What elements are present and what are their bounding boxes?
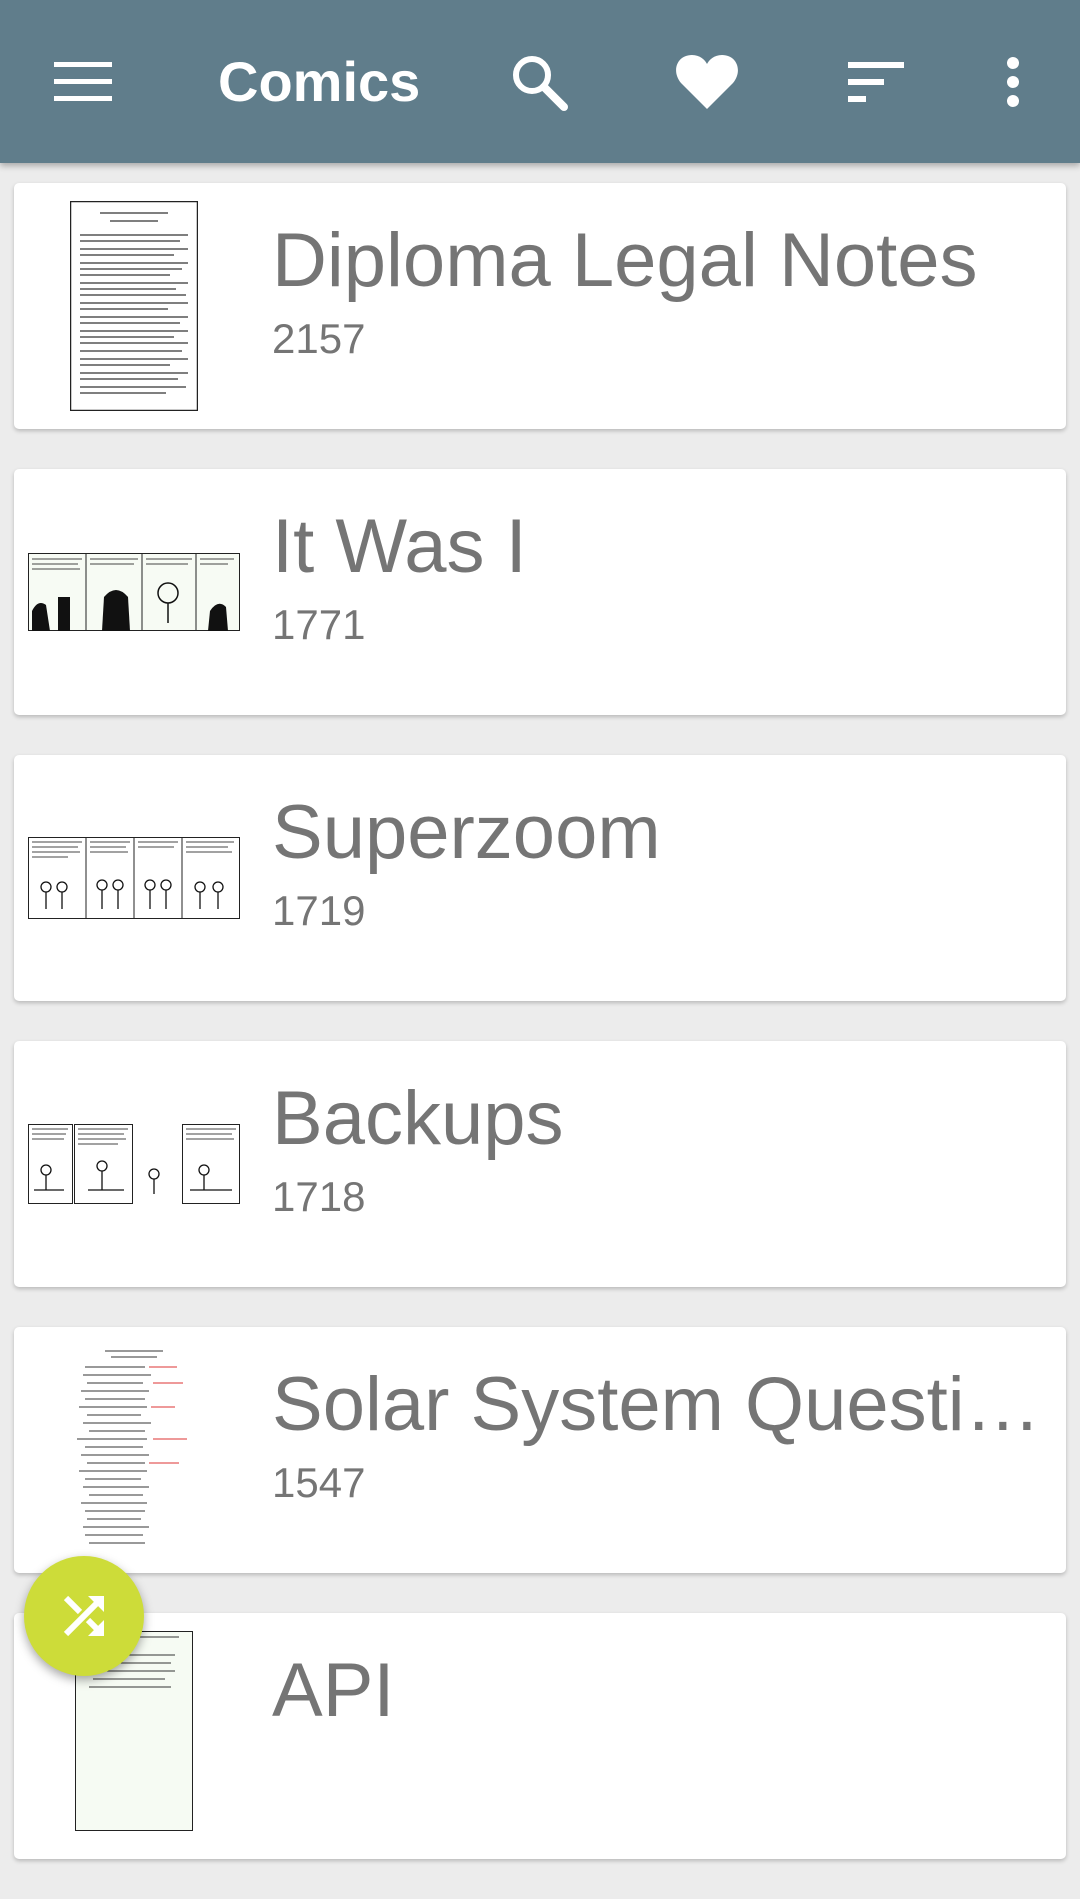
random-comic-button[interactable] xyxy=(24,1556,144,1676)
comic-thumbnail xyxy=(14,1041,254,1287)
search-icon xyxy=(513,55,568,111)
comic-number: 1718 xyxy=(272,1173,366,1220)
comic-card[interactable]: Backups 1718 xyxy=(14,1041,1066,1287)
comic-card[interactable]: Diploma Legal Notes 2157 xyxy=(14,183,1066,429)
more-vert-icon xyxy=(1007,56,1019,107)
overflow-menu-button[interactable] xyxy=(958,0,1068,163)
comic-thumbnail xyxy=(14,469,254,715)
comic-thumbnail xyxy=(14,1327,254,1573)
comic-card[interactable]: Solar System Questions 1547 xyxy=(14,1327,1066,1573)
comic-number: 1771 xyxy=(272,601,366,648)
comic-thumbnail xyxy=(14,183,254,429)
comic-number: 1719 xyxy=(272,887,366,934)
comic-title: Backups xyxy=(272,1076,564,1161)
comic-card[interactable]: Superzoom 1719 xyxy=(14,755,1066,1001)
comic-title: It Was I xyxy=(272,504,527,589)
menu-button[interactable] xyxy=(28,0,138,163)
comic-thumbnail xyxy=(14,755,254,1001)
favorites-button[interactable] xyxy=(652,0,762,163)
sort-button[interactable] xyxy=(821,0,931,163)
app-bar: Comics xyxy=(0,0,1080,163)
comic-list: Diploma Legal Notes 2157 It Was I 1771 S… xyxy=(14,183,1066,1899)
comic-title: Superzoom xyxy=(272,790,661,875)
comic-number: 2157 xyxy=(272,315,366,362)
comic-title: API xyxy=(272,1648,395,1733)
shuffle-icon xyxy=(63,1595,104,1637)
heart-icon xyxy=(676,54,738,109)
search-button[interactable] xyxy=(484,0,594,163)
sort-icon xyxy=(848,61,904,102)
comic-title: Diploma Legal Notes xyxy=(272,218,978,303)
comic-card[interactable]: API xyxy=(14,1613,1066,1859)
app-title: Comics xyxy=(218,50,421,113)
comic-title: Solar System Questions xyxy=(272,1362,1052,1447)
menu-icon xyxy=(54,61,112,101)
comic-card[interactable]: It Was I 1771 xyxy=(14,469,1066,715)
comic-number: 1547 xyxy=(272,1459,366,1506)
